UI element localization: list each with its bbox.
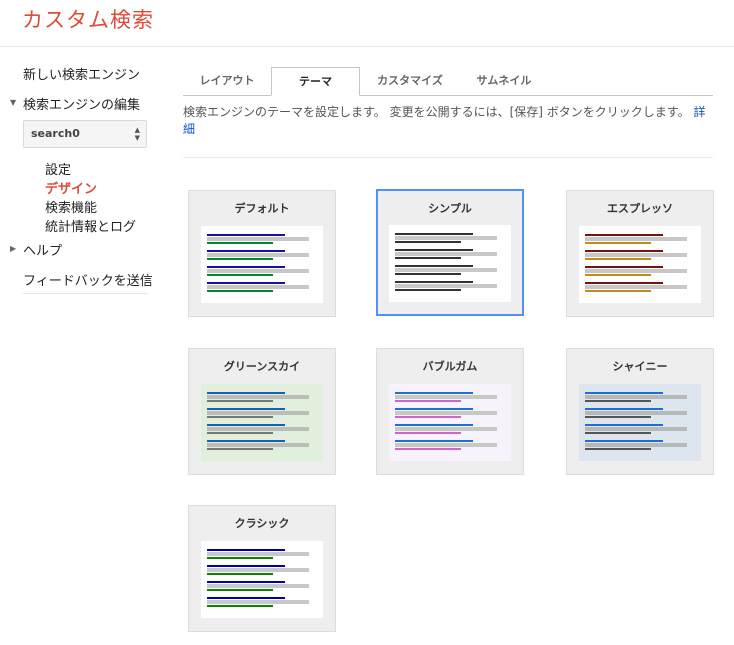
tab-bar-line — [183, 95, 713, 96]
engine-select[interactable]: search0 ▲ ▼ — [23, 120, 147, 148]
theme-name: クラシック — [234, 517, 290, 530]
theme-preview — [201, 541, 323, 618]
theme-card[interactable]: エスプレッソ — [566, 190, 714, 317]
tab-thumbnail[interactable]: サムネイル — [460, 67, 548, 95]
theme-preview — [389, 225, 511, 302]
theme-name: エスプレッソ — [607, 202, 673, 215]
description-text: 検索エンジンのテーマを設定します。 変更を公開するには、[保存] ボタンをクリッ… — [183, 105, 690, 119]
theme-card[interactable]: グリーンスカイ — [188, 348, 336, 475]
header-divider — [0, 46, 734, 47]
theme-preview — [389, 384, 511, 461]
theme-card[interactable]: シャイニー — [566, 348, 714, 475]
edit-engine-link[interactable]: 検索エンジンの編集 — [23, 94, 140, 113]
sidebar-item-stats-logs[interactable]: 統計情報とログ — [45, 216, 136, 235]
sidebar-item-search-features[interactable]: 検索機能 — [45, 197, 97, 216]
theme-name: グリーンスカイ — [223, 360, 301, 373]
sidebar-item-design[interactable]: デザイン — [45, 178, 97, 197]
engine-select-value: search0 — [31, 127, 80, 140]
theme-name: デフォルト — [234, 202, 290, 215]
theme-card[interactable]: バブルガム — [376, 348, 524, 475]
help-link[interactable]: ヘルプ — [23, 240, 62, 259]
tab-theme[interactable]: テーマ — [271, 67, 360, 96]
app-title: カスタム検索 — [22, 8, 154, 32]
sidebar-item-settings[interactable]: 設定 — [45, 159, 71, 178]
theme-description: 検索エンジンのテーマを設定します。 変更を公開するには、[保存] ボタンをクリッ… — [183, 104, 713, 138]
theme-name: シャイニー — [612, 360, 668, 373]
theme-card[interactable]: クラシック — [188, 505, 336, 632]
tab-bar: レイアウト テーマ カスタマイズ サムネイル — [183, 67, 713, 96]
tab-layout[interactable]: レイアウト — [183, 67, 271, 95]
theme-preview — [579, 384, 701, 461]
theme-preview — [579, 226, 701, 303]
new-engine-link[interactable]: 新しい検索エンジン — [23, 64, 140, 83]
tab-customize[interactable]: カスタマイズ — [360, 67, 460, 95]
caret-right-icon[interactable]: ▶ — [10, 244, 16, 253]
content-divider — [183, 157, 713, 158]
theme-card[interactable]: シンプル — [376, 189, 524, 316]
select-arrows-icon: ▲ ▼ — [134, 126, 140, 142]
theme-card[interactable]: デフォルト — [188, 190, 336, 317]
caret-down-icon[interactable]: ▼ — [10, 98, 16, 107]
theme-name: シンプル — [428, 202, 472, 215]
theme-preview — [201, 226, 323, 303]
theme-name: バブルガム — [422, 360, 478, 373]
theme-preview — [201, 384, 323, 461]
feedback-link[interactable]: フィードバックを送信 — [23, 270, 153, 289]
sidebar-divider — [23, 293, 147, 294]
